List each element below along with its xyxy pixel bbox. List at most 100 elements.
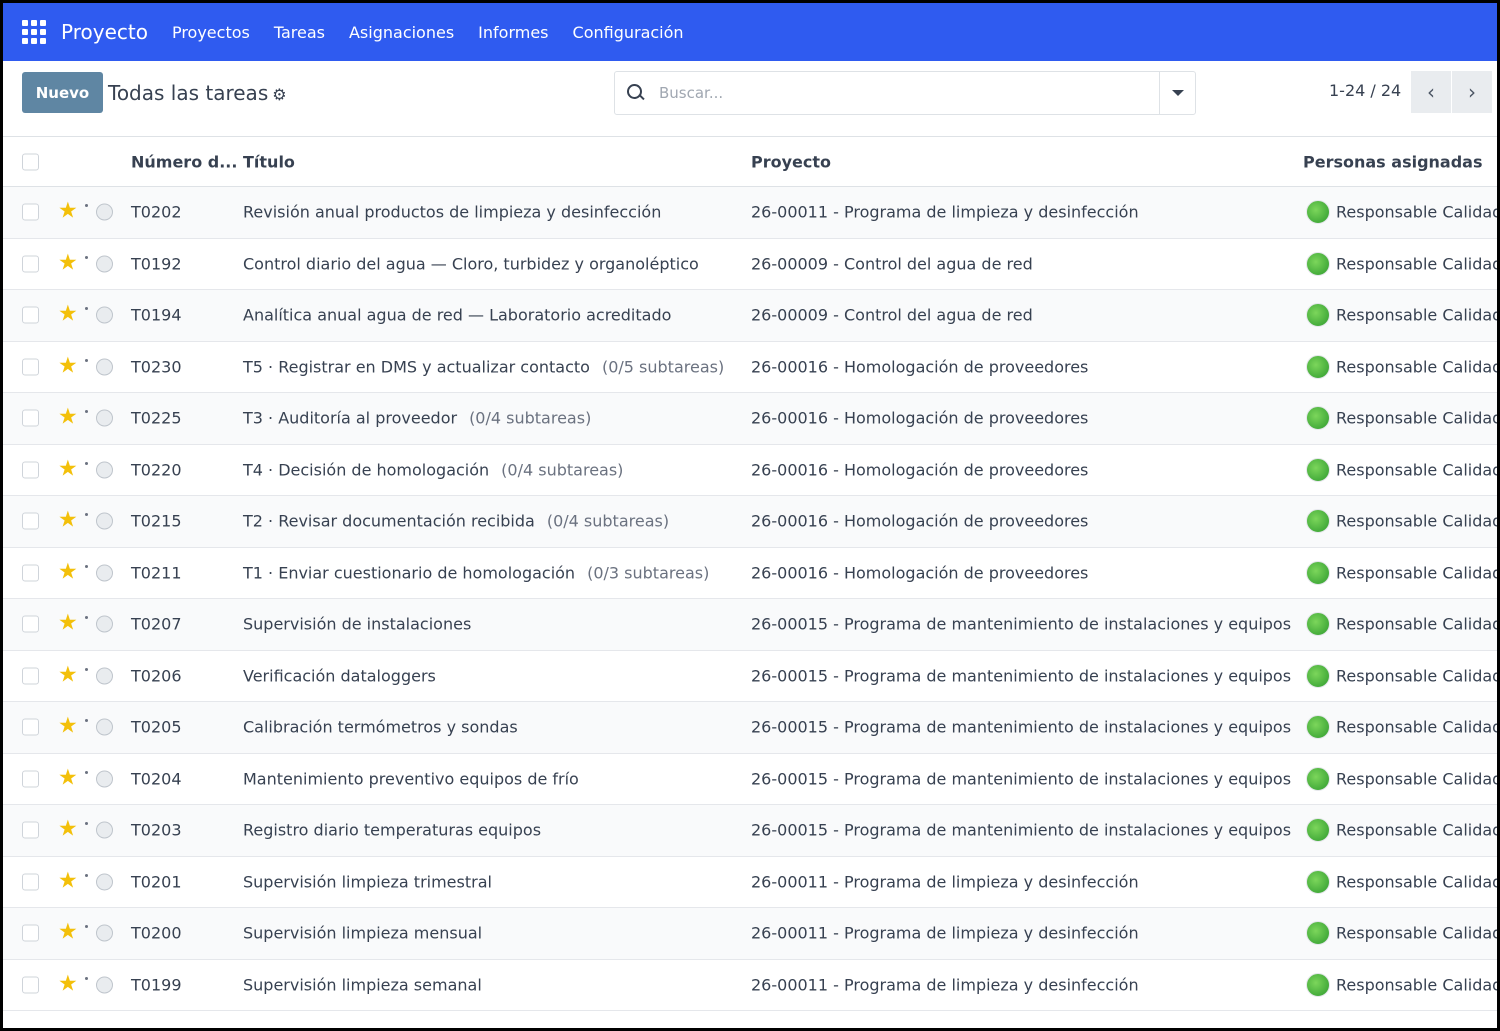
status-circle-icon[interactable] [96, 924, 113, 942]
row-checkbox[interactable] [22, 306, 39, 324]
priority-star-icon[interactable]: ★ [58, 920, 78, 945]
status-circle-icon[interactable] [96, 564, 113, 582]
priority-star-icon[interactable]: ★ [58, 817, 78, 842]
table-row[interactable]: ★ T0200 Supervisión limpieza mensual 26-… [3, 908, 1497, 960]
table-row[interactable]: ★ T0206 Verificación dataloggers 26-0001… [3, 651, 1497, 702]
row-checkbox[interactable] [22, 924, 39, 942]
pager-previous-button[interactable]: ‹ [1411, 71, 1451, 113]
task-title: T3 · Auditoría al proveedor (0/4 subtarea… [243, 409, 591, 428]
priority-star-icon[interactable]: ★ [58, 405, 78, 430]
row-checkbox[interactable] [22, 564, 39, 582]
table-row[interactable]: ★ T0192 Control diario del agua — Cloro,… [3, 239, 1497, 290]
priority-star-icon[interactable]: ★ [58, 971, 78, 996]
status-circle-icon[interactable] [96, 615, 113, 633]
row-checkbox[interactable] [22, 512, 39, 530]
task-number: T0194 [131, 305, 182, 325]
status-circle-icon[interactable] [96, 306, 113, 324]
row-checkbox[interactable] [22, 976, 39, 994]
table-row[interactable]: ★ T0194 Analítica anual agua de red — La… [3, 290, 1497, 342]
status-circle-icon[interactable] [96, 255, 113, 273]
row-checkbox[interactable] [22, 409, 39, 427]
task-title: Calibración termómetros y sondas [243, 718, 518, 737]
priority-star-icon[interactable]: ★ [58, 662, 78, 687]
task-project: 26-00016 - Homologación de proveedores [751, 511, 1089, 531]
table-row[interactable]: ★ T0207 Supervisión de instalaciones 26-… [3, 599, 1497, 651]
row-checkbox[interactable] [22, 255, 39, 273]
nav-item-tareas[interactable]: Tareas [274, 23, 325, 42]
status-circle-icon[interactable] [96, 461, 113, 479]
priority-star-icon[interactable]: ★ [58, 199, 78, 224]
task-number: T0203 [131, 820, 182, 840]
nav-item-proyectos[interactable]: Proyectos [172, 23, 250, 42]
status-circle-icon[interactable] [96, 821, 113, 839]
search-options-toggle[interactable] [1159, 72, 1195, 114]
priority-star-icon[interactable]: ★ [58, 353, 78, 378]
subtask-count: (0/4 subtareas) [501, 460, 624, 480]
column-header-asignadas[interactable]: Personas asignadas [1303, 152, 1482, 171]
table-row[interactable]: ★ T0215 T2 · Revisar documentación recib… [3, 496, 1497, 548]
column-header-proyecto[interactable]: Proyecto [751, 152, 831, 171]
status-circle-icon[interactable] [96, 358, 113, 376]
task-number: T0206 [131, 666, 182, 686]
nav-item-configuracion[interactable]: Configuración [573, 23, 684, 42]
pager-value[interactable]: 1-24 / 24 [1329, 81, 1401, 100]
priority-star-icon[interactable]: ★ [58, 611, 78, 636]
column-header-numero[interactable]: Número d... [131, 152, 237, 171]
table-row[interactable]: ★ T0204 Mantenimiento preventivo equipos… [3, 754, 1497, 805]
table-row[interactable]: ★ T0225 T3 · Auditoría al proveedor (0/4 … [3, 393, 1497, 445]
status-circle-icon[interactable] [96, 512, 113, 530]
priority-star-icon[interactable]: ★ [58, 559, 78, 584]
row-checkbox[interactable] [22, 770, 39, 788]
table-row[interactable]: ★ T0220 T4 · Decisión de homologación (0/… [3, 445, 1497, 496]
table-row[interactable]: ★ T0205 Calibración termómetros y sondas… [3, 702, 1497, 754]
status-circle-icon[interactable] [96, 770, 113, 788]
gear-icon[interactable]: ⚙ [272, 85, 286, 104]
row-checkbox[interactable] [22, 461, 39, 479]
task-title-text: Revisión anual productos de limpieza y d… [243, 202, 662, 222]
avatar [1306, 560, 1330, 585]
table-row[interactable]: ★ T0202 Revisión anual productos de limp… [3, 187, 1497, 239]
status-circle-icon[interactable] [96, 409, 113, 427]
search-input[interactable] [659, 73, 1159, 113]
nav-item-informes[interactable]: Informes [478, 23, 548, 42]
row-checkbox[interactable] [22, 358, 39, 376]
priority-star-icon[interactable]: ★ [58, 302, 78, 327]
priority-dot-icon [85, 358, 88, 362]
column-header-titulo[interactable]: Título [243, 152, 295, 171]
new-button[interactable]: Nuevo [22, 72, 103, 113]
row-checkbox[interactable] [22, 821, 39, 839]
task-title-text: Supervisión limpieza semanal [243, 975, 482, 995]
priority-star-icon[interactable]: ★ [58, 456, 78, 481]
priority-dot-icon [85, 667, 88, 671]
app-brand[interactable]: Proyecto [61, 20, 148, 44]
status-circle-icon[interactable] [96, 667, 113, 685]
select-all-checkbox[interactable] [22, 153, 39, 170]
pager-next-button[interactable]: › [1452, 71, 1492, 113]
task-project: 26-00016 - Homologación de proveedores [751, 563, 1089, 583]
task-title: Revisión anual productos de limpieza y d… [243, 203, 661, 222]
status-circle-icon[interactable] [96, 873, 113, 891]
status-circle-icon[interactable] [96, 718, 113, 736]
priority-star-icon[interactable]: ★ [58, 508, 78, 533]
priority-star-icon[interactable]: ★ [58, 765, 78, 790]
row-checkbox[interactable] [22, 203, 39, 221]
status-circle-icon[interactable] [96, 976, 113, 994]
row-checkbox[interactable] [22, 667, 39, 685]
row-checkbox[interactable] [22, 615, 39, 633]
task-title: Mantenimiento preventivo equipos de frío [243, 769, 579, 788]
table-row[interactable]: ★ T0203 Registro diario temperaturas equ… [3, 805, 1497, 857]
task-assignee: Responsable Calidad [1336, 563, 1497, 583]
row-checkbox[interactable] [22, 718, 39, 736]
apps-menu-icon[interactable] [22, 20, 46, 44]
table-row[interactable]: ★ T0201 Supervisión limpieza trimestral … [3, 857, 1497, 908]
row-checkbox[interactable] [22, 873, 39, 891]
table-row[interactable]: ★ T0230 T5 · Registrar en DMS y actualiz… [3, 342, 1497, 393]
priority-star-icon[interactable]: ★ [58, 250, 78, 275]
nav-item-asignaciones[interactable]: Asignaciones [349, 23, 454, 42]
task-assignee: Responsable Calidad [1336, 305, 1497, 325]
status-circle-icon[interactable] [96, 203, 113, 221]
priority-star-icon[interactable]: ★ [58, 868, 78, 893]
priority-star-icon[interactable]: ★ [58, 714, 78, 739]
table-row[interactable]: ★ T0211 T1 · Enviar cuestionario de homo… [3, 548, 1497, 599]
table-row[interactable]: ★ T0199 Supervisión limpieza semanal 26-… [3, 960, 1497, 1011]
